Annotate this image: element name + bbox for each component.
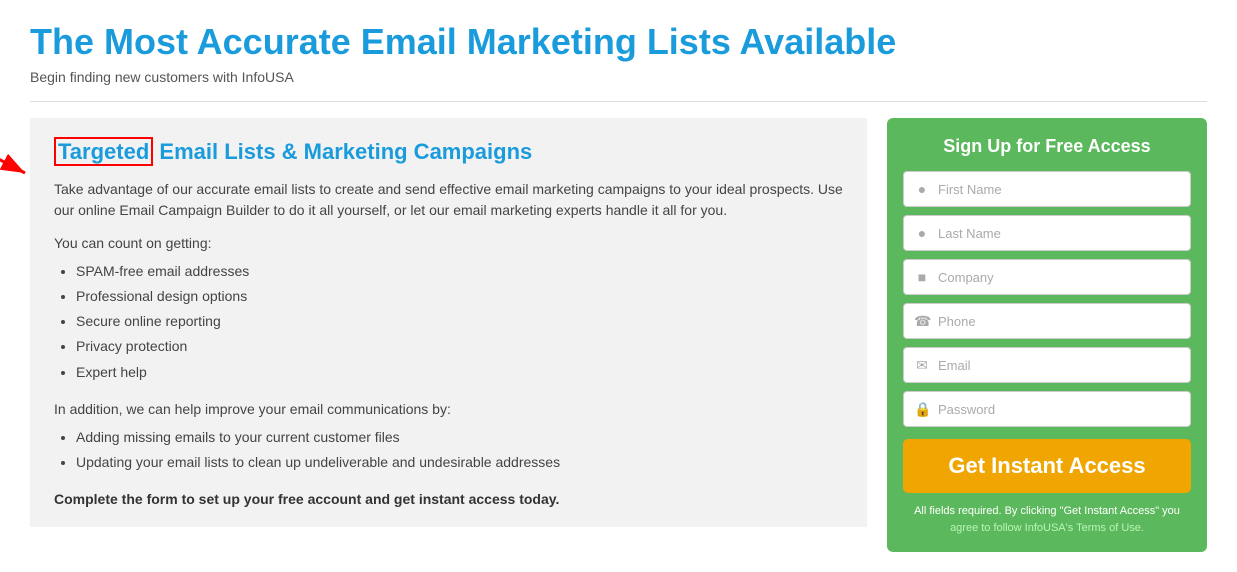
- list-item: Professional design options: [76, 284, 843, 309]
- section-description: Take advantage of our accurate email lis…: [54, 179, 843, 221]
- divider: [30, 101, 1207, 102]
- count-on-label: You can count on getting:: [54, 235, 843, 251]
- building-icon: ■: [914, 269, 930, 285]
- company-input[interactable]: [938, 270, 1180, 285]
- last-name-input[interactable]: [938, 226, 1180, 241]
- email-icon: ✉: [914, 357, 930, 374]
- password-field[interactable]: 🔒: [903, 391, 1191, 427]
- signup-title: Sign Up for Free Access: [903, 136, 1191, 157]
- first-name-field[interactable]: ●: [903, 171, 1191, 207]
- terms-link[interactable]: agree to follow InfoUSA's Terms of Use.: [950, 522, 1144, 534]
- get-instant-access-button[interactable]: Get Instant Access: [903, 439, 1191, 493]
- last-name-field[interactable]: ●: [903, 215, 1191, 251]
- page-subtitle: Begin finding new customers with InfoUSA: [30, 69, 1207, 85]
- person-icon: ●: [914, 181, 930, 197]
- section-heading: Targeted Email Lists & Marketing Campaig…: [54, 138, 843, 167]
- bullet-list-2: Adding missing emails to your current cu…: [54, 425, 843, 475]
- lock-icon: 🔒: [914, 401, 930, 418]
- list-item: Updating your email lists to clean up un…: [76, 450, 843, 475]
- content-row: Targeted Email Lists & Marketing Campaig…: [30, 118, 1207, 552]
- page-wrapper: The Most Accurate Email Marketing Lists …: [0, 0, 1237, 572]
- bullet-list-1: SPAM-free email addresses Professional d…: [54, 259, 843, 385]
- left-panel: Targeted Email Lists & Marketing Campaig…: [30, 118, 867, 527]
- password-input[interactable]: [938, 402, 1180, 417]
- list-item: Expert help: [76, 360, 843, 385]
- list-item: Secure online reporting: [76, 309, 843, 334]
- in-addition-label: In addition, we can help improve your em…: [54, 401, 843, 417]
- complete-form-cta: Complete the form to set up your free ac…: [54, 491, 843, 507]
- list-item: Privacy protection: [76, 334, 843, 359]
- phone-input[interactable]: [938, 314, 1180, 329]
- phone-icon: ☎: [914, 313, 930, 330]
- targeted-word: Targeted: [54, 137, 153, 166]
- first-name-input[interactable]: [938, 182, 1180, 197]
- list-item: SPAM-free email addresses: [76, 259, 843, 284]
- heading-rest: Email Lists & Marketing Campaigns: [153, 139, 532, 164]
- person-icon: ●: [914, 225, 930, 241]
- phone-field[interactable]: ☎: [903, 303, 1191, 339]
- email-field[interactable]: ✉: [903, 347, 1191, 383]
- company-field[interactable]: ■: [903, 259, 1191, 295]
- page-title: The Most Accurate Email Marketing Lists …: [30, 20, 1207, 63]
- signup-panel: Sign Up for Free Access ● ● ■ ☎ ✉: [887, 118, 1207, 552]
- email-input[interactable]: [938, 358, 1180, 373]
- disclaimer-text: All fields required. By clicking "Get In…: [903, 503, 1191, 536]
- list-item: Adding missing emails to your current cu…: [76, 425, 843, 450]
